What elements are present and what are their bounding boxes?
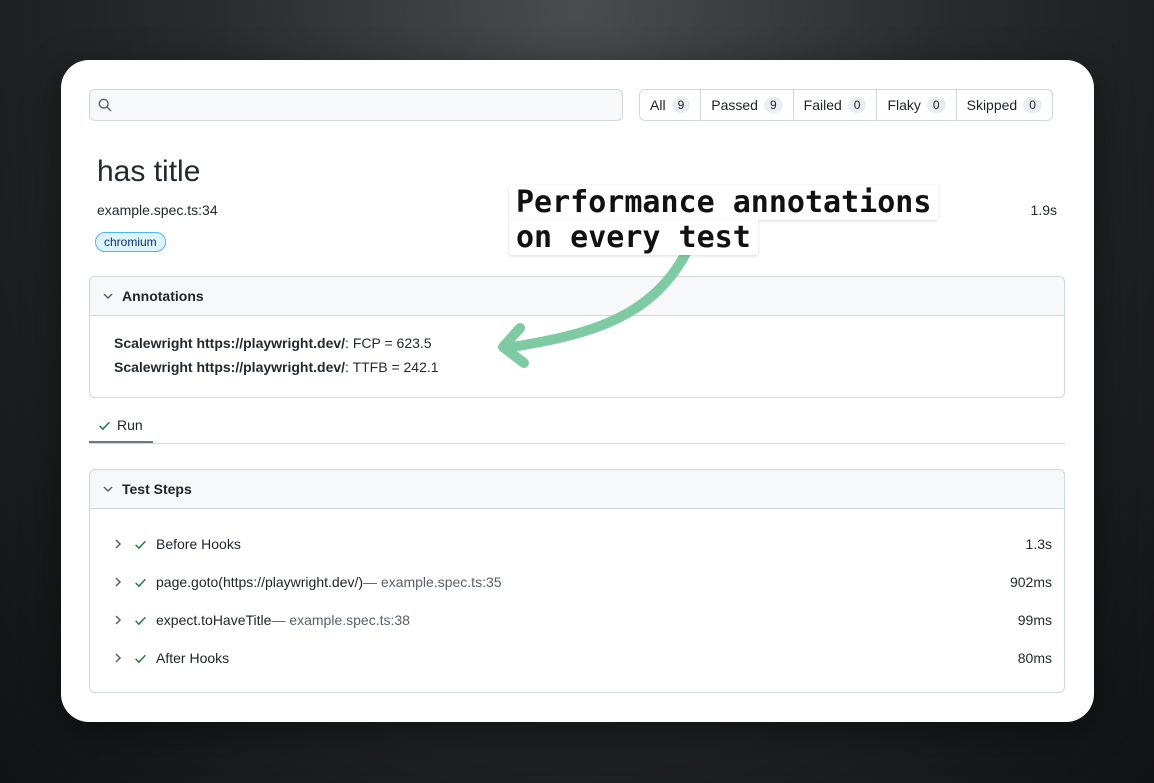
callout-arrow-icon — [498, 248, 691, 368]
callout-line-1: Performance annotations — [509, 185, 939, 220]
callout-line-2: on every test — [509, 220, 758, 255]
